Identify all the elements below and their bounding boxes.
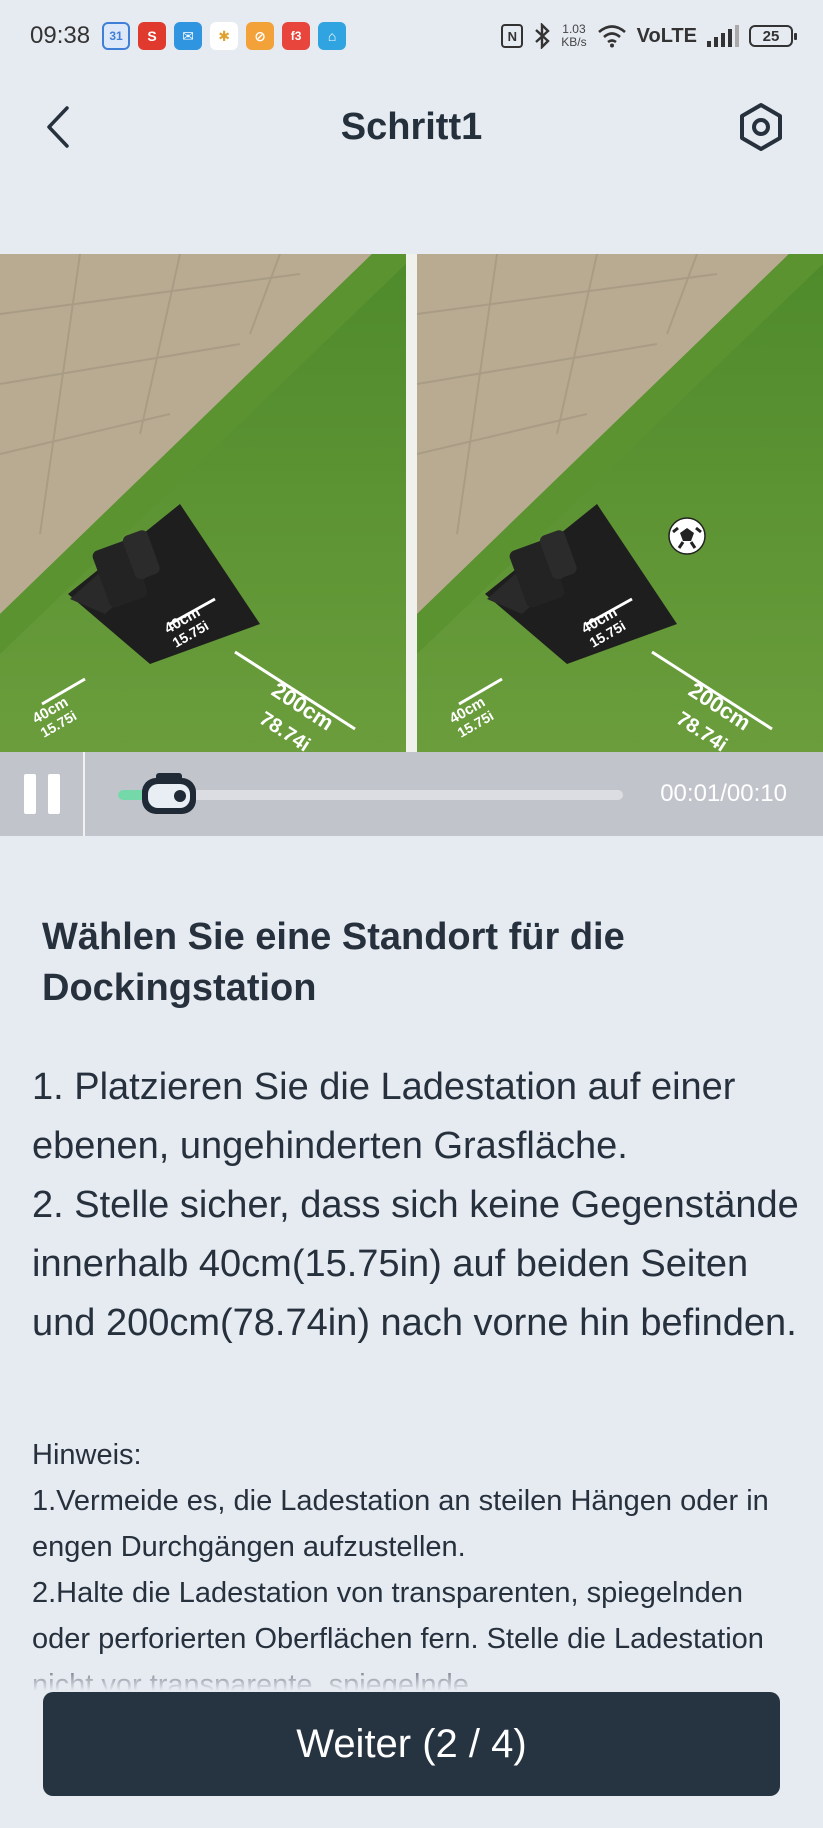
status-time: 09:38 <box>30 22 91 49</box>
video-frame-left: 40cm 15.75i 40cm 15.75i 200cm 78.74i <box>0 254 406 752</box>
hint-text: Hinweis: 1.Vermeide es, die Ladestation … <box>32 1439 769 1691</box>
split-divider <box>406 254 417 752</box>
soccer-ball-icon <box>668 517 706 555</box>
instructions-text: 1. Platzieren Sie die Ladestation auf ei… <box>32 1066 799 1344</box>
red-app-icon: f3 <box>282 22 311 50</box>
battery-icon: 25 <box>749 25 797 47</box>
volte-label: VoLTE <box>636 24 697 47</box>
page-title: Schritt1 <box>340 105 483 148</box>
home-app-icon: ⌂ <box>318 22 347 50</box>
chevron-left-icon <box>47 106 69 148</box>
calendar-app-icon: 31 <box>102 22 131 50</box>
settings-button[interactable] <box>735 101 787 153</box>
orange-app-icon: ⊘ <box>246 22 275 50</box>
video-controls: 00:01/00:10 <box>0 752 823 836</box>
signal-icon <box>707 25 739 47</box>
app-header: Schritt1 <box>0 72 823 182</box>
video-timecode: 00:01/00:10 <box>660 780 787 807</box>
s-app-icon: S <box>138 22 167 50</box>
video-player[interactable]: 40cm 15.75i 40cm 15.75i 200cm 78.74i 40c… <box>0 254 823 752</box>
wifi-icon <box>597 25 626 48</box>
settings-hexagon-icon <box>740 103 782 151</box>
status-indicators: N 1.03 KB/s VoLTE 25 <box>501 22 797 49</box>
bluetooth-icon <box>535 23 551 49</box>
pause-bar-right <box>47 774 60 814</box>
mail-app-icon: ✉ <box>174 22 203 50</box>
video-frame-right: 40cm 15.75i 40cm 15.75i 200cm 78.74i <box>417 254 823 752</box>
nfc-icon: N <box>501 24 524 48</box>
pause-button[interactable] <box>0 752 85 836</box>
network-speed: 1.03 KB/s <box>561 22 587 49</box>
instructions-panel[interactable]: Wählen Sie eine Standort für die Docking… <box>0 836 823 1691</box>
pause-bar-left <box>23 774 36 814</box>
robot-mower-slider-thumb[interactable] <box>140 772 198 818</box>
next-button[interactable]: Weiter (2 / 4) <box>43 1692 780 1796</box>
status-bar: 09:38 31 S ✉ ✱ ⊘ f3 ⌂ N 1.03 KB/s VoLTE … <box>0 0 823 72</box>
slack-app-icon: ✱ <box>210 22 239 50</box>
notification-icons: 31 S ✉ ✱ ⊘ f3 ⌂ <box>102 22 347 50</box>
back-button[interactable] <box>38 102 78 152</box>
section-title: Wählen Sie eine Standort für die Docking… <box>42 916 625 1009</box>
